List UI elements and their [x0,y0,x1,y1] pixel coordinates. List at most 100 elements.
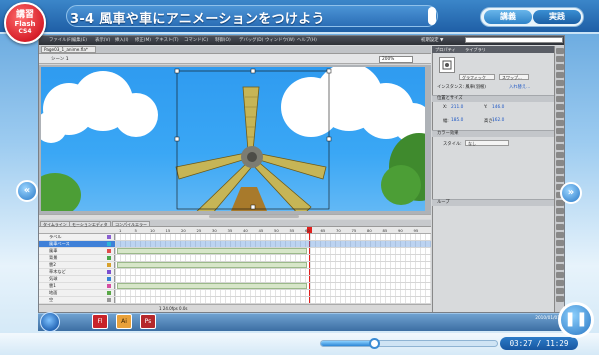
tool-button[interactable] [556,264,564,270]
menu-item-8[interactable]: デバッグ(D) [239,37,263,43]
frame-row[interactable] [116,241,431,248]
tool-button[interactable] [556,168,564,174]
tool-button[interactable] [556,240,564,246]
menu-item-9[interactable]: ウィンドウ(W) [265,37,295,43]
taskbar-illustrator-app[interactable]: Ai [116,314,132,329]
menu-item-0[interactable]: ファイル(F) [49,37,73,43]
motion-tween[interactable] [117,248,307,254]
scrollbar-thumb[interactable] [209,215,299,218]
tool-button[interactable] [556,224,564,230]
mode-practice-button[interactable]: 実践 [533,10,581,24]
elapsed-time: 03:27 [509,339,533,348]
symbol-type-select[interactable]: グラフィック [459,74,495,80]
tool-button[interactable] [556,112,564,118]
layer-row[interactable]: 空 [39,297,115,304]
windmill-tower [231,187,267,211]
section-color-effect[interactable]: カラー効果 [432,130,554,137]
cloud-left [41,71,158,143]
frame-row[interactable] [116,269,431,276]
layer-row[interactable]: 風車 [39,248,115,255]
tool-button[interactable] [556,144,564,150]
frame-number: 95 [413,228,419,233]
width-value[interactable]: 185.0 [451,118,463,123]
tool-button[interactable] [556,120,564,126]
mode-lecture-button[interactable]: 講義 [484,10,532,24]
frame-row[interactable] [116,290,431,297]
tool-button[interactable] [556,160,564,166]
menu-item-10[interactable]: ヘルプ(H) [297,37,317,43]
windows-start-icon[interactable] [40,312,60,332]
tool-button[interactable] [556,136,564,142]
tool-button[interactable] [556,176,564,182]
layer-color-swatch [107,291,111,295]
tool-button[interactable] [556,72,564,78]
tool-button[interactable] [556,128,564,134]
frame-row[interactable] [116,297,431,304]
menu-item-5[interactable]: テキスト(T) [155,37,179,43]
layer-row[interactable]: 背景 [39,255,115,262]
layer-row[interactable]: 草木など [39,269,115,276]
tool-button[interactable] [556,296,564,302]
tool-button[interactable] [556,104,564,110]
layer-row[interactable]: 雲2 [39,262,115,269]
frame-row[interactable] [116,276,431,283]
layer-row[interactable]: 気球 [39,276,115,283]
x-value[interactable]: 211.0 [451,105,463,110]
height-value[interactable]: 162.0 [492,118,504,123]
layer-row[interactable]: 風車ベース [39,241,115,248]
tab-properties[interactable]: プロパティ [435,47,456,53]
layer-row[interactable]: ラベル [39,234,115,241]
tool-button[interactable] [556,248,564,254]
swap-button[interactable]: スワップ... [499,74,529,80]
menu-item-2[interactable]: 表示(V) [95,37,110,43]
cloud-right [281,67,425,143]
layer-row[interactable]: 雲1 [39,283,115,290]
tool-button[interactable] [556,280,564,286]
progress-knob[interactable] [368,338,380,349]
tool-button[interactable] [556,208,564,214]
help-search-input[interactable] [465,37,563,43]
tab-library[interactable]: ライブラリ [465,47,486,53]
taskbar-flash-app[interactable]: Fl [92,314,108,329]
tool-button[interactable] [556,232,564,238]
layer-color-swatch [107,277,111,281]
tool-button[interactable] [556,256,564,262]
menu-item-3[interactable]: 挿入(I) [115,37,129,43]
tool-button[interactable] [556,96,564,102]
section-loop[interactable]: ループ [432,199,554,206]
frame-number: 60 [305,228,310,233]
section-position-size[interactable]: 位置とサイズ [432,95,554,102]
scene-label[interactable]: シーン 1 [51,56,69,62]
menu-item-7[interactable]: 制御(O) [215,37,231,43]
mode-toggle[interactable]: 講義 実践 [480,7,584,27]
tool-button[interactable] [556,272,564,278]
next-icon[interactable]: » [560,182,582,204]
frame-row[interactable] [116,255,431,262]
swap-link[interactable]: 入れ替え... [509,84,530,90]
pause-icon[interactable]: ❚❚ [558,302,594,338]
menu-item-4[interactable]: 修正(M) [135,37,151,43]
tool-button[interactable] [556,216,564,222]
frame-row[interactable] [116,234,431,241]
zoom-select[interactable]: 200% [379,56,413,63]
menu-item-1[interactable]: 編集(E) [72,37,87,43]
symbol-icon [439,57,455,73]
stage-canvas[interactable] [41,67,425,211]
motion-tween[interactable] [117,283,307,289]
y-value[interactable]: 146.0 [492,105,504,110]
tool-button[interactable] [556,88,564,94]
layer-row[interactable]: 地面 [39,290,115,297]
taskbar-photoshop-app[interactable]: Ps [140,314,156,329]
menu-item-6[interactable]: コマンド(C) [184,37,208,43]
workspace-selector[interactable]: 初期設定 ▼ [421,37,443,43]
tool-button[interactable] [556,288,564,294]
tool-button[interactable] [556,48,564,54]
tool-button[interactable] [556,56,564,62]
tool-button[interactable] [556,80,564,86]
style-select[interactable]: なし [465,140,509,146]
tool-button[interactable] [556,152,564,158]
tool-button[interactable] [556,64,564,70]
document-tab[interactable]: Page03_1_anime.fla* [41,46,96,53]
motion-tween[interactable] [117,262,307,268]
prev-icon[interactable]: « [16,180,38,202]
